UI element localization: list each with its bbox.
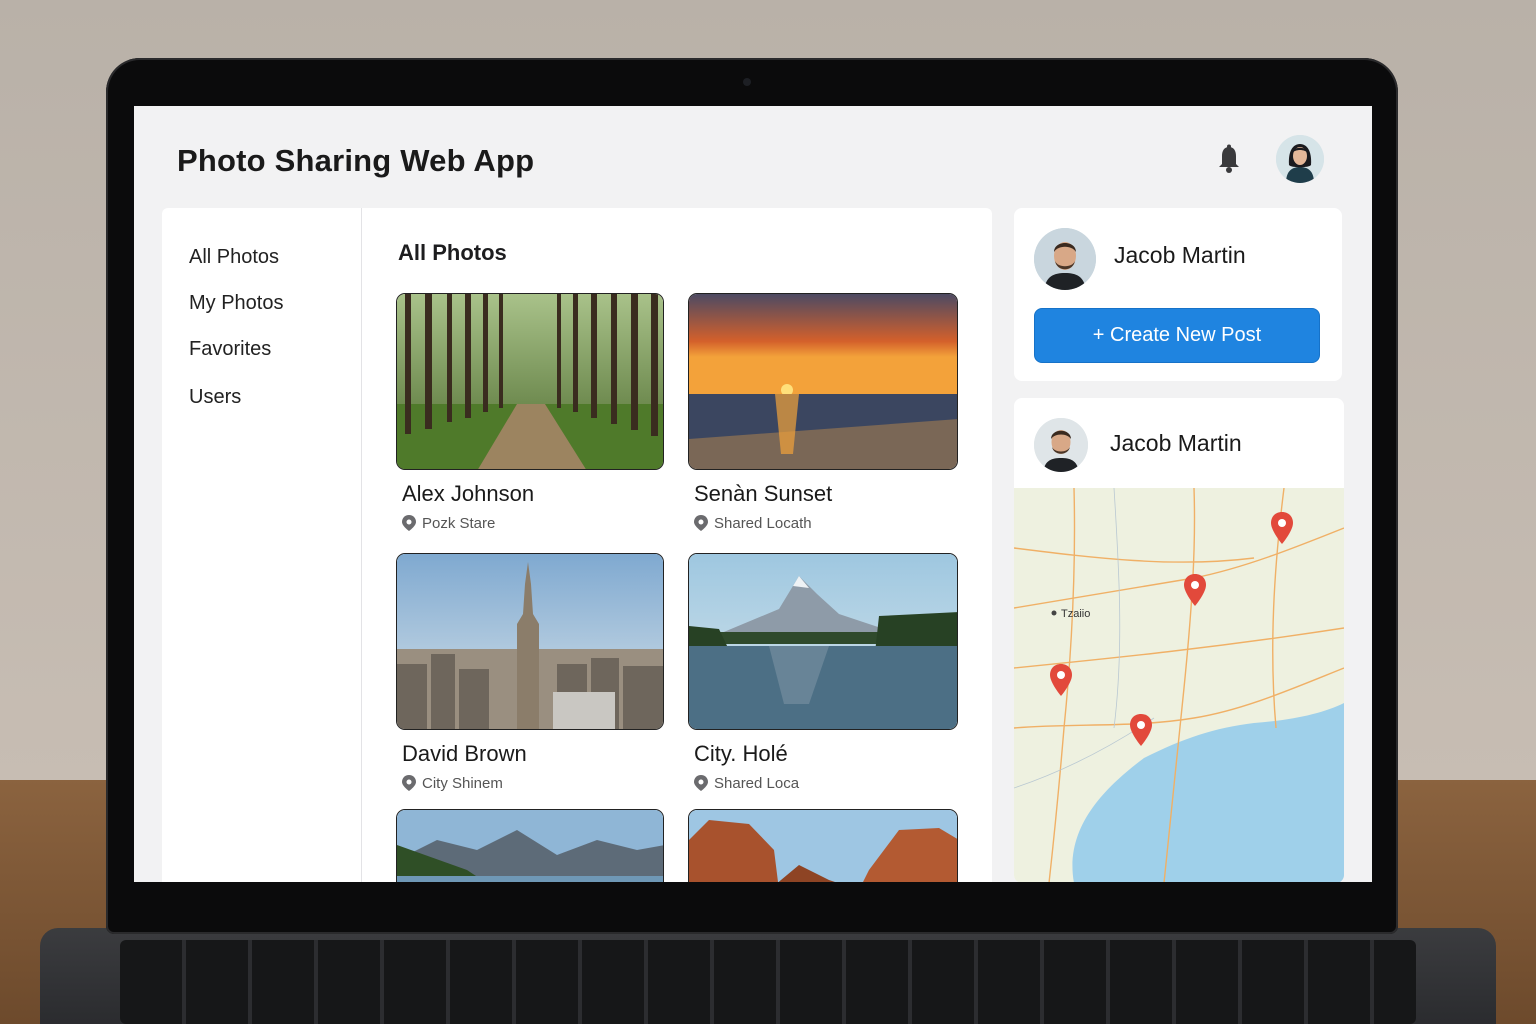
photo-location-text: Shared Locath [714, 515, 812, 532]
photo-thumbnail[interactable] [396, 293, 664, 470]
photo-location-text: City Shinem [422, 775, 503, 792]
sidebar: All Photos My Photos Favorites Users [162, 208, 362, 882]
photo-location: Shared Loca [694, 775, 799, 792]
forest-path-image [397, 294, 663, 469]
photo-title: Alex Johnson [402, 481, 535, 506]
user-avatar[interactable] [1276, 135, 1324, 183]
camera-icon [743, 78, 751, 86]
map-place-label: Tzaiio [1061, 608, 1090, 620]
photo-card[interactable] [688, 809, 958, 882]
location-pin-icon [402, 515, 416, 531]
ocean-sunset-image [689, 294, 957, 469]
photo-thumbnail[interactable] [688, 809, 958, 882]
top-bar: Photo Sharing Web App [134, 106, 1372, 206]
photo-card[interactable]: City. Holé Shared Loca [688, 553, 958, 803]
photo-feed: All Photos Alex Johnson Pozk Stare Senàn… [362, 208, 992, 882]
mountain-lake-image [689, 554, 957, 729]
photo-location: Pozk Stare [402, 515, 495, 532]
photo-card[interactable]: Senàn Sunset Shared Locath [688, 293, 958, 543]
photo-card[interactable]: Alex Johnson Pozk Stare [396, 293, 664, 543]
photo-card[interactable]: David Brown City Shinem [396, 553, 664, 803]
photo-thumbnail[interactable] [396, 809, 664, 882]
photo-card[interactable] [396, 809, 664, 882]
keyboard [120, 940, 1416, 1024]
map-user-avatar[interactable] [1034, 418, 1088, 472]
sidebar-item-all-photos[interactable]: All Photos [189, 246, 279, 269]
photo-map[interactable]: Tzaiio [1014, 488, 1344, 882]
photo-title: David Brown [402, 741, 527, 766]
profile-name: Jacob Martin [1114, 242, 1246, 268]
photo-location: Shared Locath [694, 515, 812, 532]
avatar-man-icon [1034, 418, 1088, 472]
photo-thumbnail[interactable] [688, 293, 958, 470]
bell-icon[interactable] [1218, 144, 1240, 174]
photo-thumbnail[interactable] [396, 553, 664, 730]
app-screen: Photo Sharing Web App All Photos My Phot… [134, 106, 1372, 882]
photo-title: Senàn Sunset [694, 481, 833, 506]
profile-avatar[interactable] [1034, 228, 1096, 290]
red-rocks-image [689, 810, 957, 882]
map-panel: Jacob Martin Tzaiio [1014, 398, 1344, 882]
avatar-woman-icon [1276, 135, 1324, 183]
sidebar-item-users[interactable]: Users [189, 386, 241, 409]
city-skyline-image [397, 554, 663, 729]
map-user-name: Jacob Martin [1110, 430, 1242, 456]
create-new-post-button[interactable]: + Create New Post [1034, 308, 1320, 363]
photo-location-text: Pozk Stare [422, 515, 496, 532]
mountain-valley-image [397, 810, 663, 882]
sidebar-item-favorites[interactable]: Favorites [189, 338, 271, 361]
location-pin-icon [402, 775, 416, 791]
location-pin-icon [694, 775, 708, 791]
photo-location: City Shinem [402, 775, 503, 792]
photo-location-text: Shared Loca [714, 775, 800, 792]
profile-panel: Jacob Martin + Create New Post [1014, 208, 1342, 381]
photo-thumbnail[interactable] [688, 553, 958, 730]
app-title: Photo Sharing Web App [177, 143, 535, 178]
avatar-man-icon [1034, 228, 1096, 290]
section-title: All Photos [398, 240, 507, 265]
photo-title: City. Holé [694, 741, 788, 766]
map-view: Tzaiio [1014, 488, 1344, 882]
sidebar-item-my-photos[interactable]: My Photos [189, 292, 283, 315]
location-pin-icon [694, 515, 708, 531]
